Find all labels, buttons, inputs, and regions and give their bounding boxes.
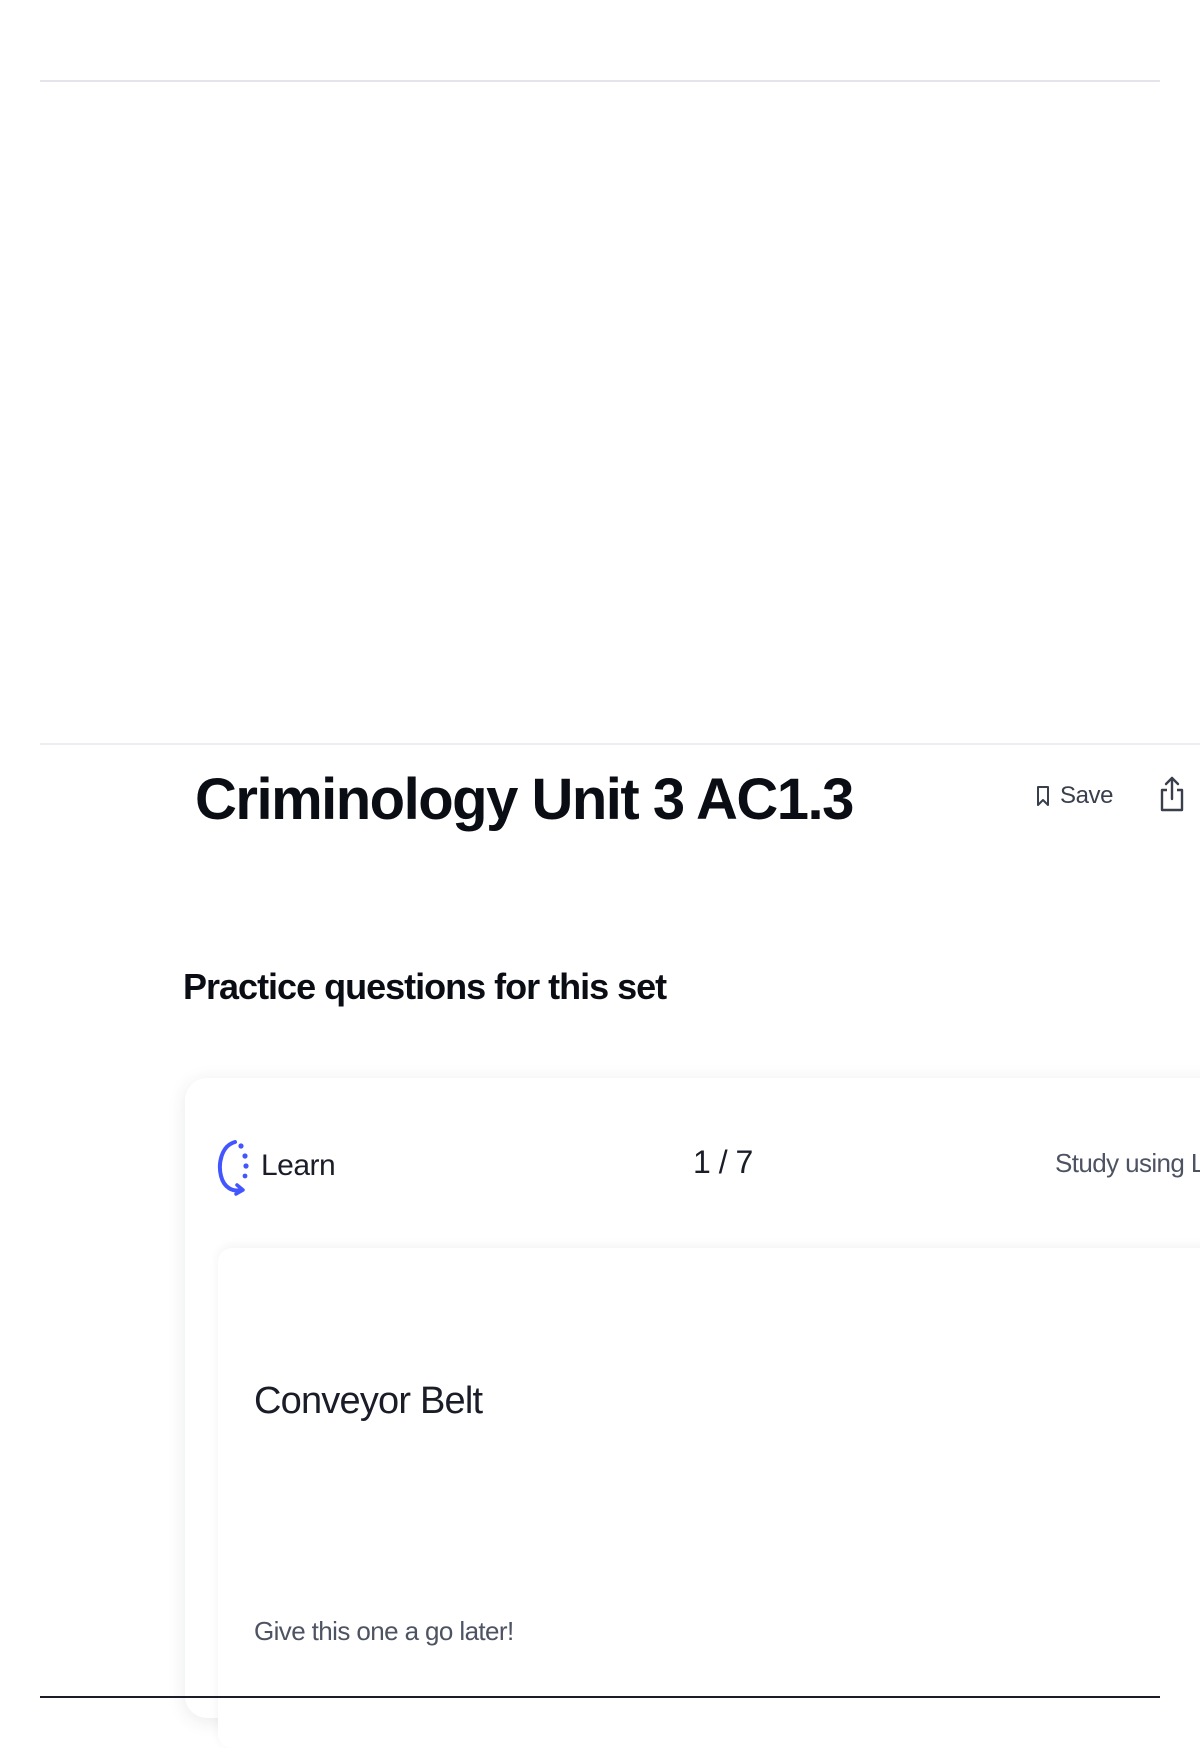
set-actions: Save [1030, 772, 1200, 820]
skip-question-link[interactable]: Give this one a go later! [254, 1616, 514, 1647]
practice-card: Learn 1 / 7 Study using Learn Conveyor B… [185, 1078, 1200, 1748]
save-button[interactable]: Save [1030, 776, 1119, 816]
question-progress: 1 / 7 [693, 1144, 753, 1180]
practice-card-header: Learn 1 / 7 Study using Learn [185, 1078, 1200, 1248]
page-title: Criminology Unit 3 AC1.3 [195, 767, 854, 832]
question-panel: Conveyor Belt Give this one a go later! [218, 1248, 1200, 1748]
share-icon [1159, 775, 1185, 818]
save-label: Save [1060, 782, 1114, 809]
question-term: Conveyor Belt [254, 1380, 483, 1422]
header-divider [40, 743, 1200, 745]
top-divider [40, 80, 1160, 82]
bottom-divider [40, 1696, 1160, 1698]
learn-icon [215, 1134, 249, 1198]
share-button[interactable] [1155, 776, 1189, 816]
study-using-learn-link[interactable]: Study using Learn [1055, 1148, 1200, 1179]
practice-heading: Practice questions for this set [183, 966, 667, 1007]
bookmark-icon [1036, 785, 1050, 807]
learn-mode-label: Learn [261, 1149, 336, 1182]
learn-mode-link[interactable]: Learn [215, 1134, 336, 1198]
